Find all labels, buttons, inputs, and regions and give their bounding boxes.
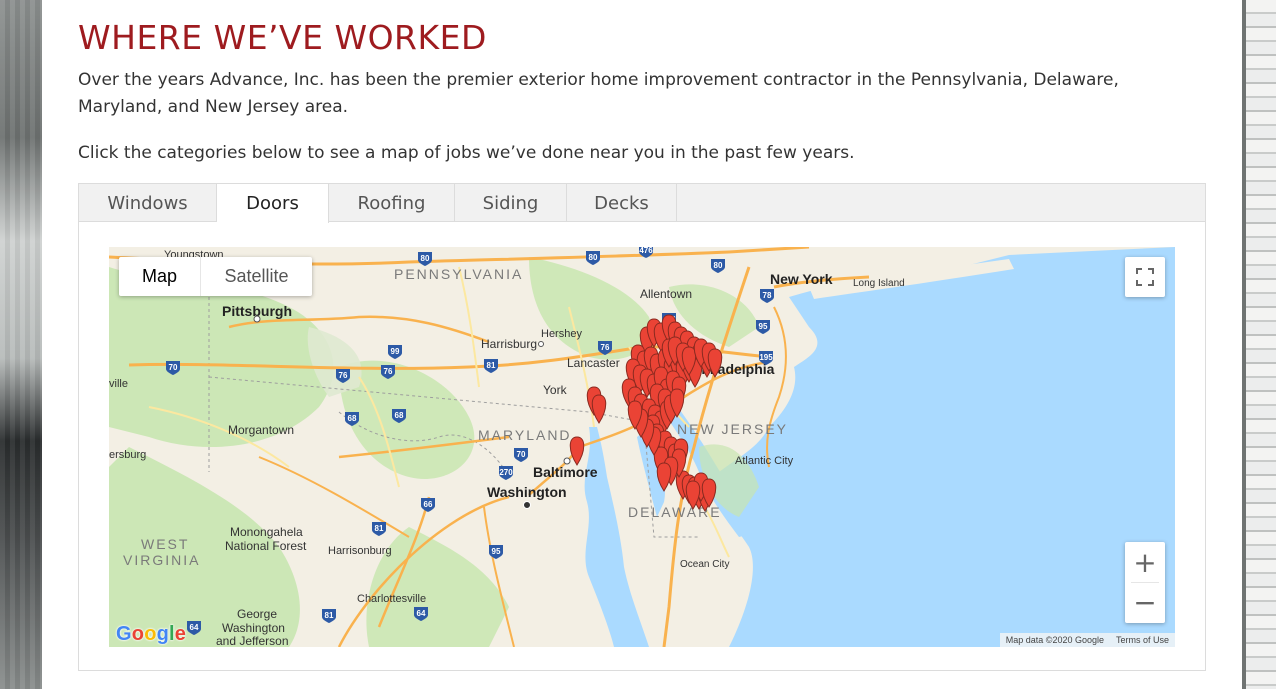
svg-text:76: 76 <box>339 371 348 380</box>
svg-text:95: 95 <box>759 322 768 331</box>
city-label: Harrisburg <box>481 337 537 351</box>
svg-text:95: 95 <box>492 547 501 556</box>
svg-text:70: 70 <box>169 363 178 372</box>
city-label: York <box>543 383 568 397</box>
google-map[interactable]: Youngstown Pittsburgh Allentown New York… <box>109 247 1175 647</box>
city-label: Long Island <box>853 278 905 289</box>
main-content: WHERE WE’VE WORKED Over the years Advanc… <box>42 0 1242 689</box>
map-attribution: Map data ©2020 Google Terms of Use <box>999 633 1175 647</box>
zoom-in-button[interactable]: + <box>1125 542 1165 582</box>
city-label: Atlantic City <box>735 455 794 467</box>
instruction-paragraph: Click the categories below to see a map … <box>78 143 855 163</box>
zoom-control: + − <box>1125 542 1165 623</box>
city-label: Washington <box>222 621 285 635</box>
map-data-credit: Map data ©2020 Google <box>1005 635 1104 645</box>
zoom-out-button[interactable]: − <box>1125 582 1165 622</box>
intro-paragraph: Over the years Advance, Inc. has been th… <box>78 70 1119 117</box>
svg-text:68: 68 <box>395 411 404 420</box>
map-type-map-button[interactable]: Map <box>119 257 201 296</box>
google-logo: Google <box>116 623 187 645</box>
page-title: WHERE WE’VE WORKED <box>78 18 487 57</box>
city-label: Washington <box>487 484 567 500</box>
map-type-control: Map Satellite <box>119 257 312 296</box>
map-tiles: Youngstown Pittsburgh Allentown New York… <box>109 247 1175 647</box>
zoom-divider <box>1131 582 1159 583</box>
city-label: ville <box>109 378 128 390</box>
svg-text:70: 70 <box>517 450 526 459</box>
terms-of-use-link[interactable]: Terms of Use <box>1116 635 1169 645</box>
state-label: MARYLAND <box>478 427 572 443</box>
city-label: Lancaster <box>567 356 620 370</box>
city-label: National Forest <box>225 539 307 553</box>
svg-text:195: 195 <box>759 353 773 362</box>
city-label: ersburg <box>109 449 146 461</box>
svg-text:66: 66 <box>424 500 433 509</box>
city-label: George <box>237 607 277 621</box>
svg-text:76: 76 <box>601 343 610 352</box>
state-label: PENNSYLVANIA <box>394 266 523 282</box>
fullscreen-icon <box>1136 268 1154 286</box>
city-label: Morgantown <box>228 423 294 437</box>
city-label: Baltimore <box>533 464 598 480</box>
tab-doors[interactable]: Doors <box>217 184 329 223</box>
city-label: Harrisonburg <box>328 545 392 557</box>
city-label: Hershey <box>541 328 582 340</box>
svg-text:64: 64 <box>417 609 426 618</box>
svg-text:76: 76 <box>384 367 393 376</box>
city-label: Ocean City <box>680 559 729 570</box>
svg-text:270: 270 <box>499 468 513 477</box>
city-label: Monongahela <box>230 525 303 539</box>
fullscreen-button[interactable] <box>1125 257 1165 297</box>
state-label: WEST <box>141 536 189 552</box>
category-tabs: Windows Doors Roofing Siding Decks <box>79 184 1205 223</box>
tab-windows[interactable]: Windows <box>79 184 217 222</box>
svg-text:81: 81 <box>487 361 496 370</box>
tab-roofing[interactable]: Roofing <box>329 184 455 222</box>
svg-text:81: 81 <box>375 524 384 533</box>
state-label: NEW JERSEY <box>677 421 788 437</box>
state-label: VIRGINIA <box>123 552 200 568</box>
city-label: Charlottesville <box>357 593 426 605</box>
svg-text:80: 80 <box>421 254 430 263</box>
svg-text:80: 80 <box>714 261 723 270</box>
tab-decks[interactable]: Decks <box>567 184 677 222</box>
city-label: New York <box>770 271 833 287</box>
svg-text:476: 476 <box>639 247 653 255</box>
svg-text:81: 81 <box>325 611 334 620</box>
city-label: and Jefferson <box>216 634 289 647</box>
svg-text:99: 99 <box>391 347 400 356</box>
tab-siding[interactable]: Siding <box>455 184 567 222</box>
background-left-photo <box>0 0 42 689</box>
svg-text:78: 78 <box>763 291 772 300</box>
tabs-panel: Windows Doors Roofing Siding Decks Young… <box>78 183 1206 671</box>
svg-text:64: 64 <box>190 623 199 632</box>
background-right-photo <box>1242 0 1276 689</box>
map-type-satellite-button[interactable]: Satellite <box>201 257 312 296</box>
svg-text:80: 80 <box>589 253 598 262</box>
city-label: Allentown <box>640 287 692 301</box>
svg-text:68: 68 <box>348 414 357 423</box>
